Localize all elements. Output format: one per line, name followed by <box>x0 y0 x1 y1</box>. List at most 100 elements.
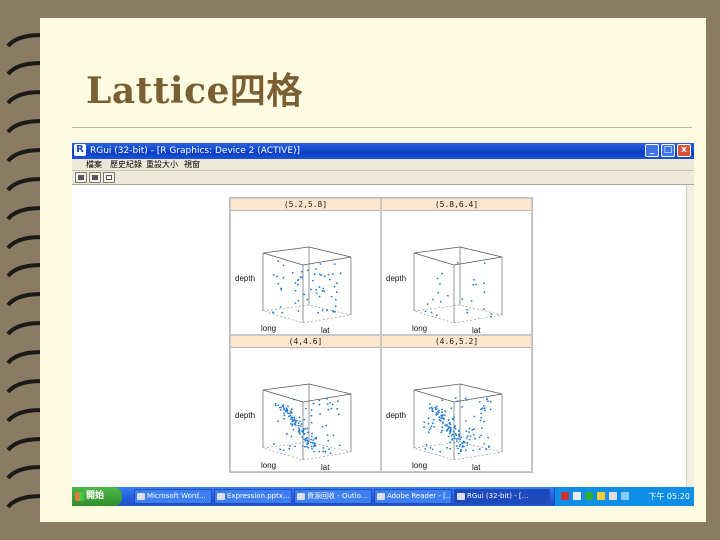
cube-bottom-face <box>413 304 503 324</box>
minimize-button[interactable]: _ <box>645 144 659 157</box>
print-icon[interactable] <box>89 172 101 183</box>
data-point <box>444 424 447 426</box>
data-point <box>301 436 304 438</box>
data-point <box>428 407 431 410</box>
data-point <box>315 268 317 270</box>
vertical-scrollbar[interactable] <box>686 185 694 487</box>
data-point <box>334 298 337 301</box>
data-point <box>283 414 286 417</box>
data-point <box>298 427 300 430</box>
system-tray: 下午 05:20 <box>554 487 694 506</box>
data-point <box>461 442 464 444</box>
data-point <box>469 435 472 437</box>
tray-icon[interactable] <box>573 492 581 500</box>
data-point <box>434 406 437 409</box>
data-point <box>441 417 444 420</box>
data-point <box>450 407 453 410</box>
data-point <box>314 273 316 275</box>
lattice-panel-2: (5.8,6.4] depth long lat <box>381 198 532 335</box>
data-point <box>288 447 291 450</box>
data-point <box>325 424 328 427</box>
data-point <box>440 431 443 434</box>
data-point <box>302 428 305 431</box>
data-point <box>460 450 462 453</box>
data-point <box>306 437 308 439</box>
lattice-plot: (5.2,5.8] depth long lat (5.8,6.4] depth lo… <box>229 197 533 473</box>
tray-icon[interactable] <box>609 492 617 500</box>
taskbar-button[interactable]: Adobe Reader - [... <box>374 489 452 504</box>
data-point <box>466 435 469 437</box>
maximize-button[interactable]: □ <box>661 144 675 157</box>
data-point <box>291 424 294 427</box>
data-point <box>465 420 467 422</box>
data-point <box>297 430 300 433</box>
data-point <box>303 433 306 435</box>
data-point <box>297 310 300 312</box>
task-label: 資源回收 - Outlo... <box>307 492 368 500</box>
data-point <box>272 311 275 313</box>
data-point <box>318 399 321 402</box>
window-titlebar: R RGui (32-bit) - [R Graphics: Device 2 … <box>72 143 694 159</box>
data-point <box>303 438 306 441</box>
menu-resize[interactable]: 重設大小 <box>146 159 178 171</box>
data-point <box>461 406 463 408</box>
data-point <box>315 289 317 291</box>
data-point <box>293 398 295 401</box>
taskbar-button[interactable]: Expression.pptx... <box>214 489 292 504</box>
menu-windows[interactable]: 視窗 <box>184 159 200 171</box>
window-icon[interactable] <box>103 172 115 183</box>
panel-strip: (4.6,5.2] <box>382 336 531 348</box>
data-point <box>436 408 438 410</box>
data-point <box>283 417 286 420</box>
taskbar-button-active[interactable]: RGui (32-bit) - [... <box>454 489 550 504</box>
data-point <box>327 439 330 442</box>
data-point <box>318 286 321 289</box>
data-point <box>430 425 433 427</box>
data-point <box>453 437 456 440</box>
data-point <box>425 443 428 446</box>
menu-file[interactable]: 檔案 <box>86 159 102 171</box>
data-point <box>441 272 443 275</box>
data-point <box>465 399 468 401</box>
title-divider <box>72 127 692 128</box>
data-point <box>437 291 440 294</box>
axis-label-z: depth <box>235 274 255 283</box>
copy-icon[interactable] <box>75 172 87 183</box>
cube-top-face <box>413 383 503 403</box>
slide-title: Lattice四格 <box>86 70 303 112</box>
data-point <box>321 309 324 312</box>
data-point <box>332 310 335 313</box>
r-app-icon: R <box>74 144 86 156</box>
data-point <box>445 425 448 428</box>
data-point <box>301 445 304 447</box>
data-point <box>296 283 299 286</box>
start-label: 開始 <box>86 491 105 501</box>
tray-icon[interactable] <box>561 492 569 500</box>
data-point <box>294 445 296 448</box>
data-point <box>441 426 444 429</box>
taskbar-button[interactable]: 資源回收 - Outlo... <box>294 489 372 504</box>
start-button[interactable]: 開始 <box>72 487 122 506</box>
taskbar-button[interactable]: Microsoft Word... <box>134 489 212 504</box>
cloud-plot: depth long lat <box>386 383 503 472</box>
data-point <box>279 306 282 308</box>
graphics-device-canvas: (5.2,5.8] depth long lat (5.8,6.4] depth lo… <box>72 185 690 487</box>
data-point <box>298 429 301 431</box>
data-point <box>465 436 468 439</box>
data-point <box>475 283 477 286</box>
tray-icon[interactable] <box>597 492 605 500</box>
data-point <box>291 271 294 274</box>
data-point <box>283 407 285 410</box>
data-point <box>452 430 455 433</box>
tray-icon[interactable] <box>621 492 629 500</box>
close-button[interactable]: x <box>677 144 691 157</box>
data-point <box>431 407 434 410</box>
data-point <box>277 260 280 262</box>
data-point <box>274 402 277 405</box>
data-point <box>448 432 451 435</box>
menu-history[interactable]: 歷史紀錄 <box>110 159 142 171</box>
data-point <box>318 295 321 298</box>
tray-icon[interactable] <box>585 492 593 500</box>
axis-label-z: depth <box>386 411 406 420</box>
data-point <box>312 402 315 405</box>
